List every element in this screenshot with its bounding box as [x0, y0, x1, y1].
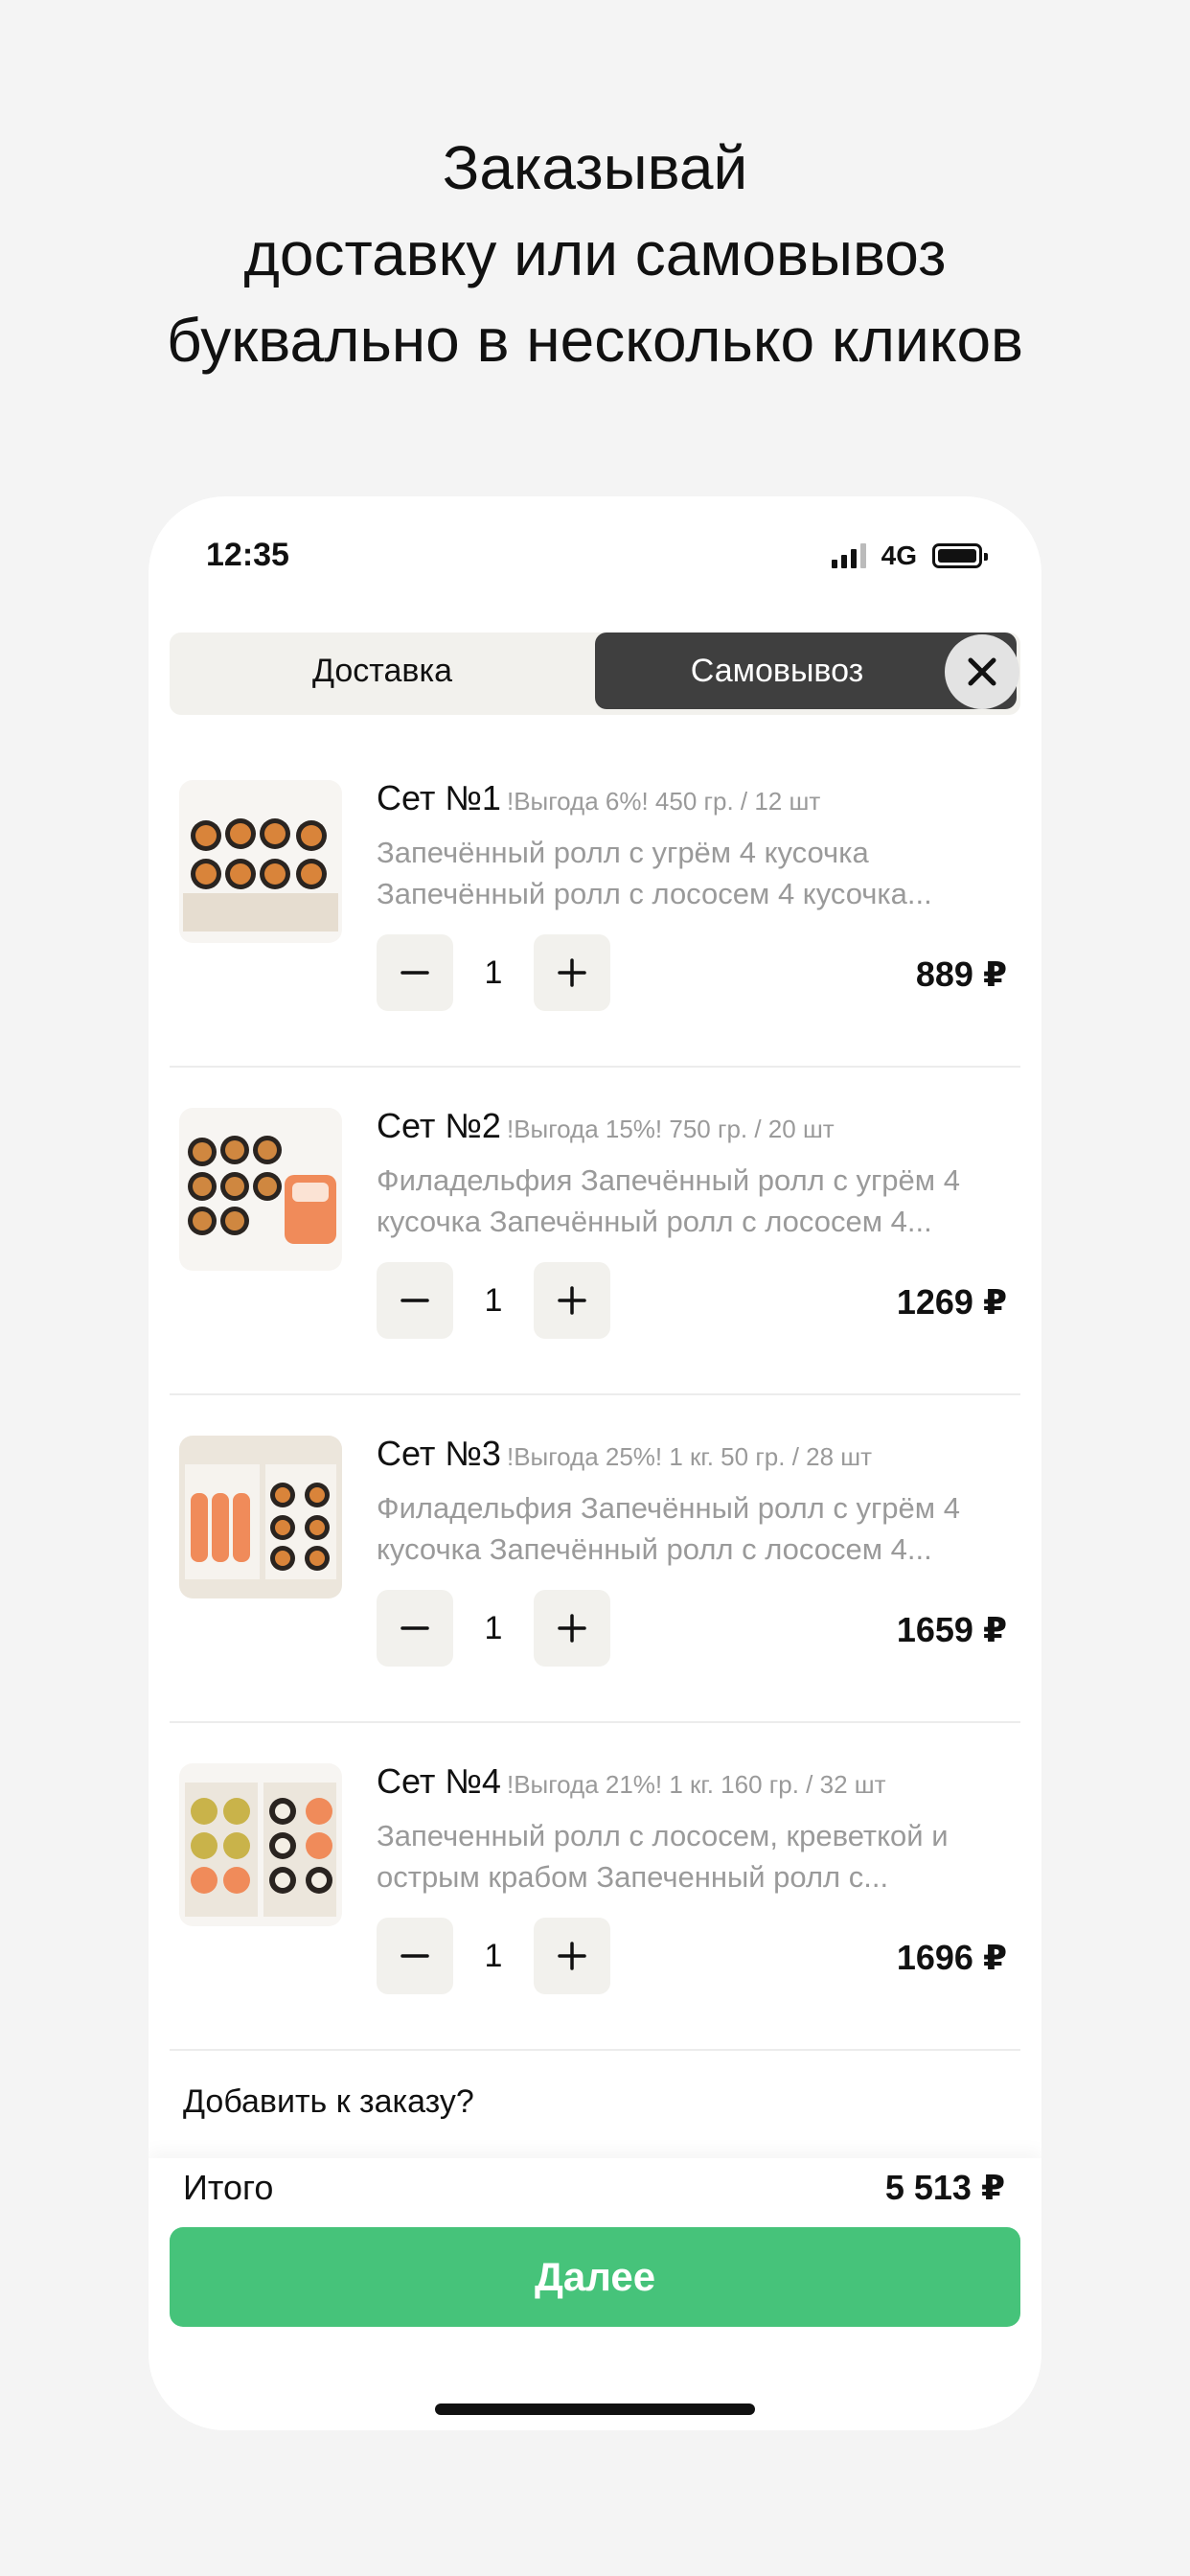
- network-type: 4G: [881, 540, 917, 570]
- tab-delivery[interactable]: Доставка: [170, 632, 595, 709]
- quantity-value: 1: [484, 1937, 503, 1974]
- decrease-button[interactable]: [377, 934, 453, 1011]
- total-value: 5 513 ₽: [884, 2168, 1005, 2207]
- add-to-order-heading: Добавить к заказу?: [183, 2083, 474, 2120]
- item-meta: !Выгода 25%! 1 кг. 50 гр. / 28 шт: [506, 1442, 873, 1471]
- increase-button[interactable]: [534, 1262, 610, 1339]
- status-indicators: 4G: [831, 540, 988, 571]
- minus-icon: [400, 971, 429, 975]
- quantity-value: 1: [484, 1281, 503, 1319]
- minus-icon: [400, 1954, 429, 1958]
- promo-line-1: Заказывай: [442, 133, 748, 202]
- item-desc-line: острым крабом Запеченный ролл с...: [377, 1860, 889, 1894]
- plus-icon: [558, 1286, 586, 1315]
- close-icon: [968, 657, 996, 686]
- item-name[interactable]: Сет №3: [377, 1434, 501, 1473]
- product-image: [179, 1436, 342, 1598]
- item-price: 1696 ₽: [896, 1938, 1007, 1977]
- item-desc-line: Филадельфия Запечённый ролл с угрём 4: [377, 1163, 960, 1197]
- item-description: Филадельфия Запечённый ролл с угрём 4 ку…: [377, 1160, 990, 1242]
- close-button[interactable]: [945, 634, 1019, 709]
- item-meta: !Выгода 6%! 450 гр. / 12 шт: [506, 787, 821, 816]
- minus-icon: [400, 1626, 429, 1630]
- quantity-stepper: 1: [377, 1918, 610, 1994]
- promo-headline: Заказывай доставку или самовывоз букваль…: [0, 125, 1190, 383]
- item-desc-line: Запеченный ролл с лососем, креветкой и: [377, 1819, 949, 1852]
- item-description: Запечённый ролл с угрём 4 кусочка Запечё…: [377, 832, 990, 914]
- decrease-button[interactable]: [377, 1262, 453, 1339]
- item-price: 889 ₽: [915, 954, 1007, 994]
- cart-item: Сет №1 !Выгода 6%! 450 гр. / 12 шт Запечё…: [170, 740, 1020, 1068]
- total-label: Итого: [183, 2168, 274, 2207]
- item-description: Запеченный ролл с лососем, креветкой и о…: [377, 1815, 990, 1898]
- increase-button[interactable]: [534, 934, 610, 1011]
- product-image: [179, 780, 342, 943]
- phone-frame: 12:35 4G Доставка Самовывоз Сет №1 !Выго…: [149, 496, 1041, 2430]
- cart-item: Сет №2 !Выгода 15%! 750 гр. / 20 шт Филад…: [170, 1068, 1020, 1395]
- plus-icon: [558, 1614, 586, 1643]
- item-name[interactable]: Сет №2: [377, 1106, 501, 1145]
- home-indicator[interactable]: [435, 2404, 755, 2415]
- increase-button[interactable]: [534, 1918, 610, 1994]
- product-image: [179, 1763, 342, 1926]
- signal-icon: [831, 543, 866, 568]
- item-description: Филадельфия Запечённый ролл с угрём 4 ку…: [377, 1487, 990, 1570]
- cart-item: Сет №4 !Выгода 21%! 1 кг. 160 гр. / 32 шт…: [170, 1723, 1020, 2051]
- item-desc-line: кусочка Запечённый ролл с лососем 4...: [377, 1532, 932, 1566]
- status-bar: 12:35 4G: [149, 496, 1041, 621]
- promo-line-2: доставку или самовывоз: [243, 219, 947, 288]
- item-desc-line: кусочка Запечённый ролл с лососем 4...: [377, 1205, 932, 1238]
- decrease-button[interactable]: [377, 1590, 453, 1667]
- item-desc-line: Филадельфия Запечённый ролл с угрём 4: [377, 1491, 960, 1525]
- quantity-stepper: 1: [377, 1262, 610, 1339]
- item-name[interactable]: Сет №4: [377, 1761, 501, 1801]
- next-button[interactable]: Далее: [170, 2227, 1020, 2327]
- order-mode-switch: Доставка Самовывоз: [170, 632, 1020, 715]
- item-title: Сет №3 !Выгода 25%! 1 кг. 50 гр. / 28 шт: [377, 1434, 872, 1474]
- quantity-stepper: 1: [377, 934, 610, 1011]
- plus-icon: [558, 958, 586, 987]
- item-price: 1269 ₽: [896, 1282, 1007, 1322]
- quantity-value: 1: [484, 954, 503, 991]
- minus-icon: [400, 1299, 429, 1302]
- item-desc-line: Запечённый ролл с лососем 4 кусочка...: [377, 877, 932, 910]
- item-title: Сет №1 !Выгода 6%! 450 гр. / 12 шт: [377, 778, 820, 818]
- quantity-stepper: 1: [377, 1590, 610, 1667]
- item-desc-line: Запечённый ролл с угрём 4 кусочка: [377, 836, 869, 869]
- item-title: Сет №4 !Выгода 21%! 1 кг. 160 гр. / 32 шт: [377, 1761, 886, 1802]
- decrease-button[interactable]: [377, 1918, 453, 1994]
- cart-item: Сет №3 !Выгода 25%! 1 кг. 50 гр. / 28 шт …: [170, 1395, 1020, 1723]
- increase-button[interactable]: [534, 1590, 610, 1667]
- item-price: 1659 ₽: [896, 1610, 1007, 1649]
- plus-icon: [558, 1942, 586, 1970]
- item-meta: !Выгода 21%! 1 кг. 160 гр. / 32 шт: [506, 1770, 886, 1799]
- item-title: Сет №2 !Выгода 15%! 750 гр. / 20 шт: [377, 1106, 835, 1146]
- order-summary-panel: Итого 5 513 ₽ Далее: [149, 2158, 1041, 2430]
- status-time: 12:35: [206, 537, 289, 573]
- item-meta: !Выгода 15%! 750 гр. / 20 шт: [506, 1115, 835, 1143]
- item-name[interactable]: Сет №1: [377, 778, 501, 817]
- quantity-value: 1: [484, 1609, 503, 1646]
- battery-icon: [932, 543, 988, 568]
- promo-line-3: буквально в несколько кликов: [166, 306, 1024, 375]
- product-image: [179, 1108, 342, 1271]
